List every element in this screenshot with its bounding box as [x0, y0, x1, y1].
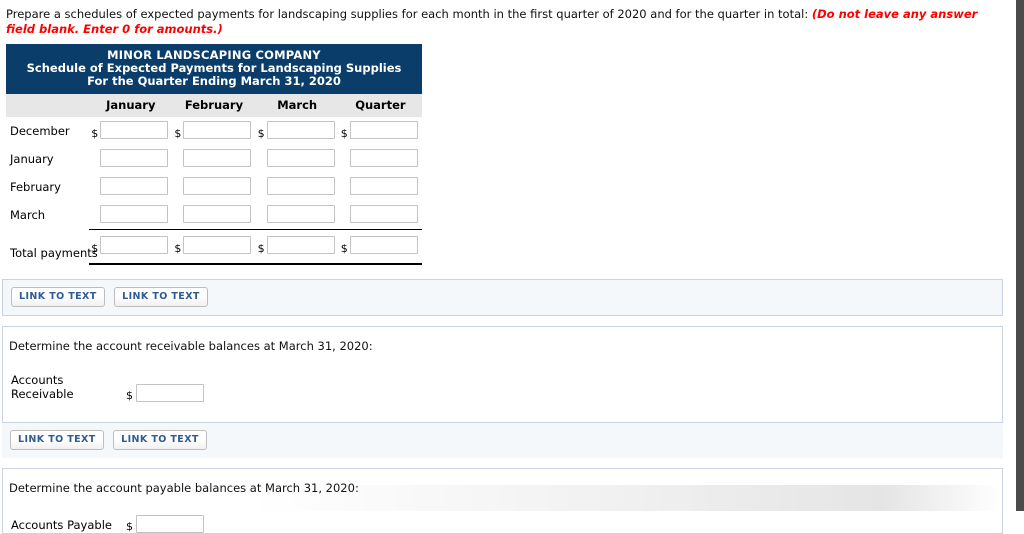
input-february-january[interactable]	[100, 176, 169, 195]
column-header-quarter: Quarter	[338, 94, 422, 117]
cell-january-march: $	[256, 145, 339, 173]
link-to-text-button-3[interactable]: LINK TO TEXT	[10, 429, 104, 450]
column-header-january: January	[89, 94, 173, 117]
dollar-sign: $	[340, 241, 348, 255]
input-january-quarter[interactable]	[349, 148, 418, 167]
input-total-february[interactable]	[183, 235, 252, 254]
dollar-sign: $	[340, 126, 348, 140]
column-header-row: January February March Quarter	[6, 94, 422, 117]
dollar-sign: $	[91, 126, 99, 140]
input-total-january[interactable]	[100, 235, 169, 254]
accounts-payable-row: Accounts Payable $	[9, 514, 994, 533]
input-february-march[interactable]	[266, 176, 335, 195]
question-prompt-text: Prepare a schedules of expected payments…	[6, 7, 809, 21]
input-january-january[interactable]	[100, 148, 169, 167]
question-prompt: Prepare a schedules of expected payments…	[0, 0, 1024, 41]
question-accounts-receivable: Determine the account receivable balance…	[9, 338, 373, 353]
cell-february-march: $	[256, 173, 339, 201]
input-march-january[interactable]	[100, 204, 169, 223]
schedule-title-row: MINOR LANDSCAPING COMPANY Schedule of Ex…	[6, 44, 422, 94]
link-to-text-button-4[interactable]: LINK TO TEXT	[113, 429, 207, 450]
cell-total-quarter: $	[338, 229, 422, 265]
accounts-receivable-label: Accounts Receivable	[11, 372, 74, 401]
table-row: March $ $	[6, 201, 422, 230]
cell-december-quarter: $	[339, 117, 422, 145]
section-accounts-receivable: Determine the account receivable balance…	[2, 325, 1003, 458]
cell-total-february: $	[172, 229, 256, 265]
cell-december-january: $	[89, 117, 172, 145]
input-december-january[interactable]	[100, 120, 169, 139]
input-january-february[interactable]	[183, 148, 252, 167]
cell-march-march: $	[256, 201, 339, 230]
dollar-sign: $	[91, 241, 99, 255]
cell-december-march: $	[256, 117, 339, 145]
schedule-table-wrap: MINOR LANDSCAPING COMPANY Schedule of Ex…	[0, 41, 1024, 265]
row-label-february: February	[10, 180, 61, 194]
cell-january-february: $	[172, 145, 255, 173]
table-row: January $ $	[6, 145, 422, 173]
schedule-title-cell: MINOR LANDSCAPING COMPANY Schedule of Ex…	[6, 44, 422, 94]
input-total-march[interactable]	[266, 235, 335, 254]
cell-december-february: $	[172, 117, 255, 145]
row-label-march: March	[10, 208, 46, 223]
input-february-february[interactable]	[183, 176, 252, 195]
dollar-sign: $	[174, 241, 182, 255]
table-row: February $ $	[6, 173, 422, 201]
exercise-page: Prepare a schedules of expected payments…	[0, 0, 1024, 534]
cell-february-january: $	[89, 173, 172, 201]
column-header-blank	[6, 94, 90, 117]
cell-january-january: $	[89, 145, 172, 173]
cell-february-february: $	[172, 173, 255, 201]
row-label-total-payments: Total payments	[10, 245, 98, 260]
row-label-january: January	[10, 152, 54, 166]
input-accounts-payable[interactable]	[136, 514, 204, 533]
input-december-february[interactable]	[183, 120, 252, 139]
table-row-total: Total payments $ $ $ $	[6, 229, 422, 265]
link-to-text-button-2[interactable]: LINK TO TEXT	[114, 286, 208, 307]
schedule-period: For the Quarter Ending March 31, 2020	[87, 74, 341, 88]
input-march-february[interactable]	[183, 204, 252, 223]
row-label-december: December	[10, 124, 70, 138]
page-right-edge	[1016, 0, 1024, 511]
cell-january-quarter: $	[339, 145, 422, 173]
column-header-february: February	[172, 94, 256, 117]
table-row: December $ $ $ $	[6, 117, 422, 145]
input-december-quarter[interactable]	[349, 120, 418, 139]
input-total-quarter[interactable]	[349, 235, 418, 254]
cell-march-quarter: $	[339, 201, 422, 230]
right-edge-gap	[1006, 0, 1016, 511]
question-accounts-payable: Determine the account payable balances a…	[9, 480, 359, 495]
cell-march-january: $	[89, 201, 172, 230]
cell-march-february: $	[172, 201, 255, 230]
link-bar-receivable: LINK TO TEXT LINK TO TEXT	[2, 421, 1003, 458]
accounts-receivable-row: Accounts Receivable $	[9, 373, 994, 402]
link-bar-schedule: LINK TO TEXT LINK TO TEXT	[2, 278, 1003, 316]
input-march-march[interactable]	[266, 204, 335, 223]
schedule-table: MINOR LANDSCAPING COMPANY Schedule of Ex…	[6, 44, 422, 265]
dollar-sign: $	[174, 126, 182, 140]
input-february-quarter[interactable]	[349, 176, 418, 195]
input-january-march[interactable]	[266, 148, 335, 167]
link-to-text-button-1[interactable]: LINK TO TEXT	[11, 286, 105, 307]
accounts-payable-label: Accounts Payable	[11, 517, 112, 532]
input-accounts-receivable[interactable]	[136, 383, 204, 402]
dollar-sign: $	[126, 388, 133, 402]
column-header-march: March	[255, 94, 339, 117]
input-march-quarter[interactable]	[349, 204, 418, 223]
cell-total-march: $	[255, 229, 339, 265]
dollar-sign: $	[257, 241, 265, 255]
dollar-sign: $	[126, 519, 133, 533]
cell-total-january: $	[89, 229, 173, 265]
cell-february-quarter: $	[339, 173, 422, 201]
section-accounts-payable: Determine the account payable balances a…	[2, 467, 1003, 534]
dollar-sign: $	[257, 126, 265, 140]
input-december-march[interactable]	[266, 120, 335, 139]
